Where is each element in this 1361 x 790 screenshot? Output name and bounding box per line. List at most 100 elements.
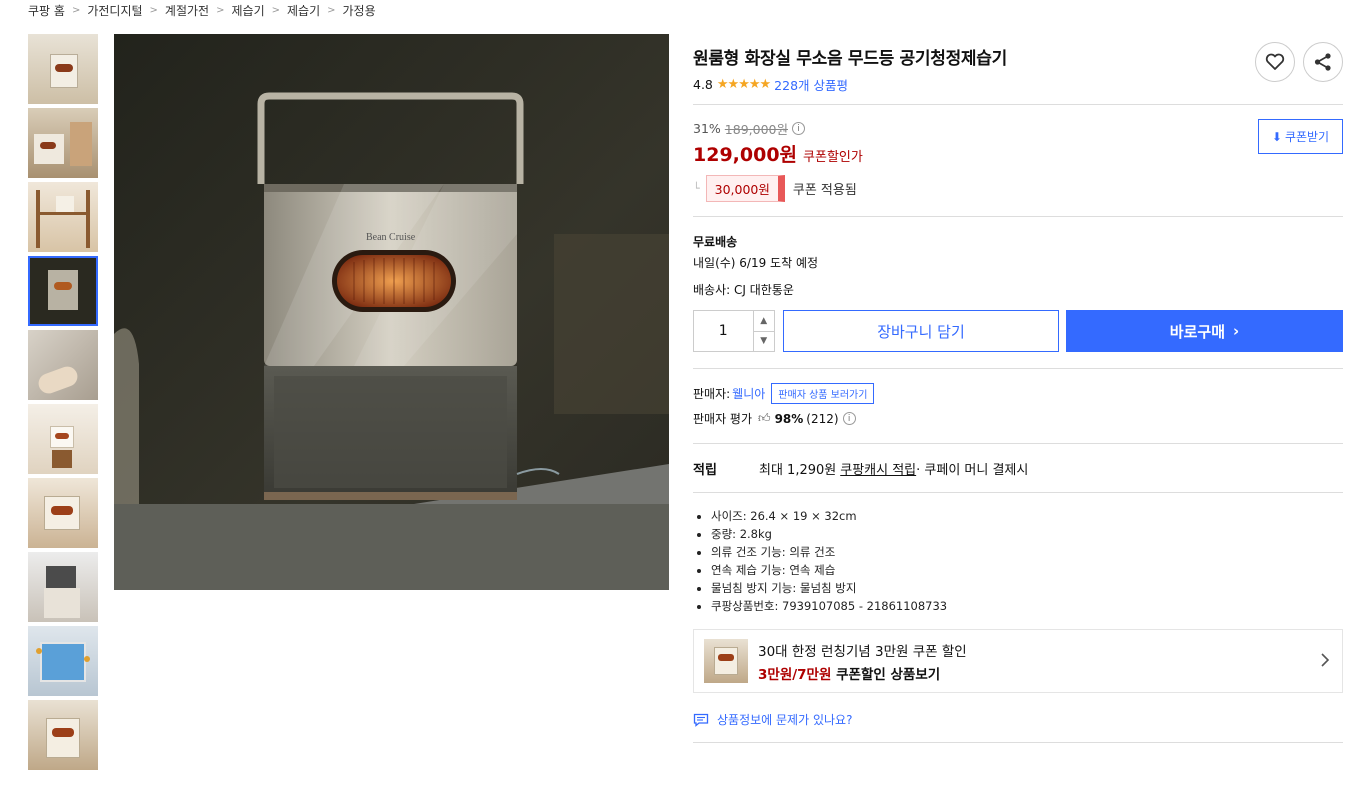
wishlist-button[interactable] <box>1255 42 1295 82</box>
breadcrumb-item[interactable]: 제습기 <box>231 2 264 19</box>
corner-icon: └ <box>693 182 700 195</box>
star-rating-icon: ★★★★★ <box>716 77 771 92</box>
breadcrumb-item[interactable]: 가전디지털 <box>87 2 142 19</box>
quantity-buttons: ▲ ▼ <box>752 311 774 352</box>
quantity-input[interactable]: 1 <box>694 311 753 351</box>
promo-highlight: 3만원/7만원 <box>758 666 832 683</box>
chevron-right-icon: > <box>271 5 280 16</box>
thumbnail-10[interactable] <box>28 700 98 770</box>
thumbnail-list <box>28 34 98 774</box>
seller-name-link[interactable]: 웰니아 <box>732 385 765 402</box>
points-prefix: 최대 1,290원 <box>759 462 837 478</box>
get-coupon-button[interactable]: ⬇ 쿠폰받기 <box>1258 119 1343 154</box>
sale-price-row: 129,000원 쿠폰할인가 <box>693 140 1343 167</box>
add-to-cart-button[interactable]: 장바구니 담기 <box>783 310 1059 352</box>
svg-text:Bean Cruise: Bean Cruise <box>366 232 416 243</box>
thumbnail-6[interactable] <box>28 404 98 474</box>
report-issue-label: 상품정보에 문제가 있나요? <box>717 713 853 727</box>
points-label: 적립 <box>693 462 717 478</box>
download-icon: ⬇ <box>1271 129 1282 144</box>
promo-text: 30대 한정 런칭기념 3만원 쿠폰 할인 3만원/7만원 쿠폰할인 상품보기 <box>758 640 967 683</box>
spec-list: 사이즈: 26.4 × 19 × 32cm 중량: 2.8kg 의류 건조 기능… <box>693 507 1343 615</box>
review-count-link[interactable]: 228개 상품평 <box>774 75 848 94</box>
points-row: 적립 최대 1,290원 쿠팡캐시 적립 · 쿠페이 머니 결제시 <box>693 444 1343 492</box>
price-block: 31% 189,000원 i 129,000원 쿠폰할인가 └ 30,000원 … <box>693 119 1343 202</box>
coupon-amount-tag: 30,000원 <box>705 175 785 202</box>
shipping-info: 무료배송 내일(수) 6/19 도착 예정 배송사: CJ 대한통운 <box>693 233 1343 298</box>
thumbnail-1[interactable] <box>28 34 98 104</box>
divider <box>693 368 1343 369</box>
seller-score: 98% <box>774 411 804 426</box>
chevron-right-icon: > <box>149 5 158 16</box>
breadcrumb-item[interactable]: 제습기 <box>287 2 320 19</box>
carrier-info: 배송사: CJ 대한통운 <box>693 283 794 297</box>
share-icon <box>1314 53 1331 71</box>
main-product-image[interactable]: Bean Cruise <box>114 34 669 590</box>
original-price-row: 31% 189,000원 i <box>693 119 1343 138</box>
breadcrumb-home[interactable]: 쿠팡 홈 <box>28 2 65 19</box>
spec-item: 의류 건조 기능: 의류 건조 <box>711 543 1343 561</box>
spec-item: 물넘침 방지 기능: 물넘침 방지 <box>711 579 1343 597</box>
seller-rating-count: (212) <box>806 411 839 426</box>
seller-info: 판매자: 웰니아 판매자 상품 보러가기 판매자 평가 👍︎ 98% (212)… <box>693 383 1343 427</box>
promo-sub-text: 쿠폰할인 상품보기 <box>831 666 941 683</box>
promo-subtitle: 3만원/7만원 쿠폰할인 상품보기 <box>758 663 967 683</box>
comment-icon <box>693 713 709 727</box>
thumbnail-3[interactable] <box>28 182 98 252</box>
spec-item: 중량: 2.8kg <box>711 525 1343 543</box>
chevron-right-icon: > <box>71 5 81 16</box>
coupon-applied-text: 쿠폰 적용됨 <box>792 183 857 198</box>
sale-price-label: 쿠폰할인가 <box>803 150 863 165</box>
promo-thumbnail <box>704 639 748 683</box>
thumbnail-5[interactable] <box>28 330 98 400</box>
breadcrumb-item[interactable]: 계절가전 <box>165 2 209 19</box>
seller-rating-row: 판매자 평가 👍︎ 98% (212) i <box>693 410 1343 427</box>
original-price: 189,000원 <box>724 122 788 137</box>
report-issue-link[interactable]: 상품정보에 문제가 있나요? <box>693 711 1343 728</box>
divider <box>693 492 1343 493</box>
discount-rate: 31% <box>693 121 721 136</box>
chevron-right-icon: › <box>1233 322 1240 340</box>
spec-item: 사이즈: 26.4 × 19 × 32cm <box>711 507 1343 525</box>
buy-now-button[interactable]: 바로구매 › <box>1066 310 1343 352</box>
points-suffix: · 쿠페이 머니 결제시 <box>916 462 1029 478</box>
free-shipping-label: 무료배송 <box>693 235 738 249</box>
promo-title: 30대 한정 런칭기념 3만원 쿠폰 할인 <box>758 643 967 660</box>
thumbnail-8[interactable] <box>28 552 98 622</box>
rating-row: 4.8 ★★★★★ 228개 상품평 <box>693 75 1343 94</box>
get-coupon-label: 쿠폰받기 <box>1284 130 1330 144</box>
coupang-cash-link[interactable]: 쿠팡캐시 적립 <box>840 459 916 478</box>
divider <box>693 104 1343 105</box>
heart-icon <box>1265 53 1285 70</box>
divider <box>693 742 1343 743</box>
seller-products-link[interactable]: 판매자 상품 보러가기 <box>771 383 875 404</box>
thumbnail-9[interactable] <box>28 626 98 696</box>
chevron-right-icon <box>1321 653 1330 667</box>
thumbnail-2[interactable] <box>28 108 98 178</box>
thumbnail-7[interactable] <box>28 478 98 548</box>
thumbnail-4-selected[interactable] <box>28 256 98 326</box>
buy-now-label: 바로구매 <box>1169 322 1225 341</box>
quantity-down-icon[interactable]: ▼ <box>754 332 774 352</box>
quantity-up-icon[interactable]: ▲ <box>753 311 774 332</box>
chevron-right-icon: > <box>216 5 225 16</box>
info-icon[interactable]: i <box>792 122 805 135</box>
promo-banner[interactable]: 30대 한정 런칭기념 3만원 쿠폰 할인 3만원/7만원 쿠폰할인 상품보기 <box>693 629 1343 693</box>
sale-price: 129,000원 <box>693 144 798 166</box>
breadcrumb: 쿠팡 홈 > 가전디지털 > 계절가전 > 제습기 > 제습기 > 가정용 <box>28 2 376 19</box>
chevron-right-icon: > <box>327 5 336 16</box>
product-info: 원룸형 화장실 무소음 무드등 공기청정제습기 4.8 ★★★★★ 228개 상… <box>693 34 1343 743</box>
share-button[interactable] <box>1303 42 1343 82</box>
breadcrumb-item[interactable]: 가정용 <box>343 2 376 19</box>
seller-rating-label: 판매자 평가 <box>693 412 753 426</box>
spec-item: 쿠팡상품번호: 7939107085 - 21861108733 <box>711 597 1343 615</box>
seller-row: 판매자: 웰니아 판매자 상품 보러가기 <box>693 383 1343 404</box>
seller-label: 판매자: <box>693 387 731 401</box>
dehumidifier-photo: Bean Cruise <box>114 34 669 590</box>
thumbs-up-icon: 👍︎ <box>758 411 771 425</box>
rating-value: 4.8 <box>693 77 713 92</box>
info-icon[interactable]: i <box>842 412 856 425</box>
arrival-date: 내일(수) 6/19 도착 예정 <box>693 256 819 270</box>
quantity-stepper: 1 ▲ ▼ <box>693 310 775 352</box>
divider <box>693 216 1343 217</box>
